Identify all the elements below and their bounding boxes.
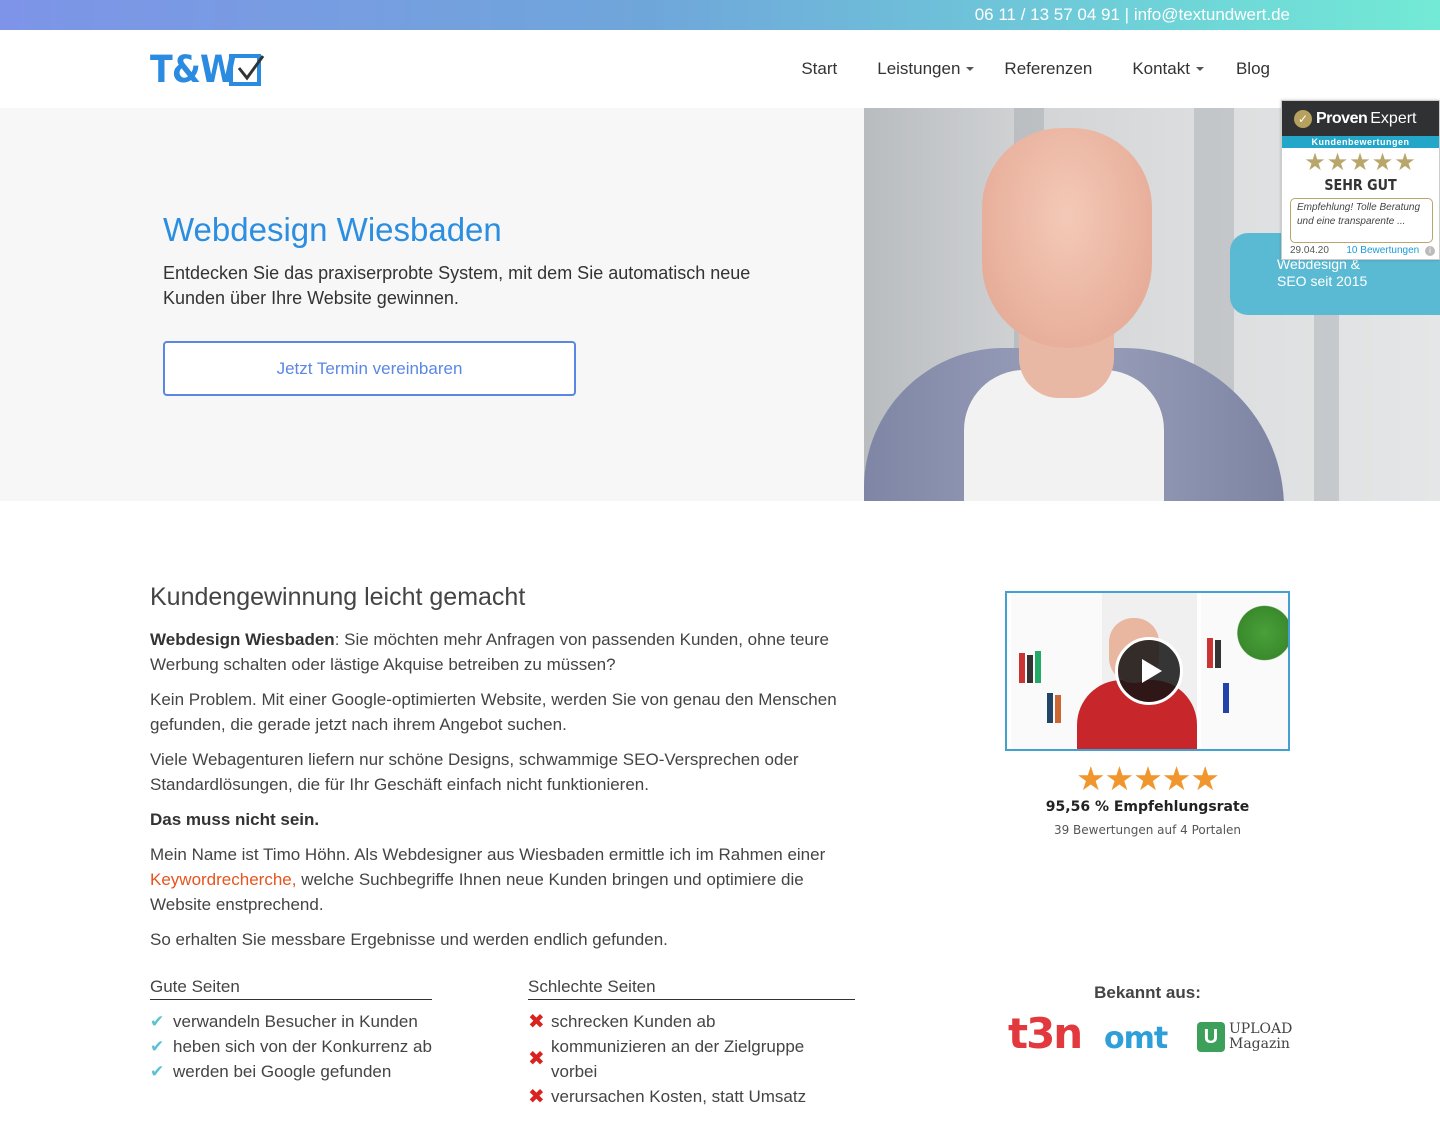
good-pages-heading: Gute Seiten: [150, 977, 432, 1000]
known-from-label: Bekannt aus:: [1094, 983, 1201, 1002]
pe-brand: Proven: [1316, 109, 1368, 127]
checkmark-badge-icon: ✓: [1294, 109, 1312, 128]
caret-down-icon: [1195, 67, 1204, 71]
main-navigation: Start Leistungen Referenzen Kontakt Blog: [801, 59, 1270, 79]
list-item: ✖ kommunizieren an der Zielgruppe vorbei: [528, 1034, 855, 1084]
list-item: ✔ verwandeln Besucher in Kunden: [150, 1009, 432, 1034]
nav-item-referenzen[interactable]: Referenzen: [1004, 59, 1092, 79]
bad-pages-heading: Schlechte Seiten: [528, 977, 855, 1000]
emphasis-text: Das muss nicht sein.: [150, 810, 320, 829]
list-item-text: verursachen Kosten, statt Umsatz: [551, 1087, 807, 1106]
emphasis-paragraph: Das muss nicht sein.: [150, 807, 850, 832]
nav-label: Referenzen: [1004, 59, 1093, 78]
recommendation-rate: 95,56 % Empfehlungsrate: [1045, 799, 1250, 815]
keyword-research-link[interactable]: Keywordrecherche,: [150, 870, 296, 889]
nav-label: Blog: [1235, 59, 1270, 78]
upload-magazin-logo: U UPLOAD Magazin: [1197, 1022, 1292, 1052]
cross-icon: ✖: [528, 1085, 545, 1108]
pe-bar: Kundenbewertungen: [1282, 136, 1439, 148]
pe-header: ✓ Proven Expert: [1282, 101, 1439, 136]
check-icon: ✔: [150, 1037, 165, 1056]
intro-video[interactable]: [1005, 591, 1290, 751]
paragraph: Kein Problem. Mit einer Google-optimiert…: [150, 690, 837, 734]
pe-rating-label: SEHR GUT: [1324, 176, 1397, 194]
list-item: ✔ heben sich von der Konkurrenz ab: [150, 1034, 432, 1059]
hero-subtitle: Entdecken Sie das praxiserprobte System,…: [163, 263, 751, 308]
hero-section: Webdesign Wiesbaden Entdecken Sie das pr…: [0, 108, 1440, 501]
review-count: 39 Bewertungen auf 4 Portalen: [1053, 823, 1242, 837]
play-button-icon[interactable]: [1115, 637, 1183, 705]
good-pages-list: Gute Seiten ✔ verwandeln Besucher in Kund…: [150, 977, 432, 1084]
pe-quote: Empfehlung! Tolle Beratung und eine tran…: [1290, 198, 1433, 243]
upload-logo-icon: U: [1197, 1022, 1225, 1052]
hero-title: Webdesign Wiesbaden: [163, 211, 502, 248]
nav-item-blog[interactable]: Blog: [1236, 59, 1270, 79]
appointment-button[interactable]: Jetzt Termin vereinbaren: [163, 341, 576, 396]
list-item-text: werden bei Google gefunden: [173, 1062, 392, 1081]
cross-icon: ✖: [528, 1010, 545, 1033]
list-item: ✖ verursachen Kosten, statt Umsatz: [528, 1084, 855, 1109]
navbar: T&W Start Leistungen Referenzen Kontakt …: [0, 30, 1440, 108]
bad-pages-list: Schlechte Seiten ✖ schrecken Kunden ab ✖ k…: [528, 977, 855, 1109]
t3n-logo: t3n: [1008, 1009, 1083, 1058]
paragraph: Viele Webagenturen liefern nur schöne De…: [150, 750, 799, 794]
pe-brand-light: Expert: [1370, 109, 1417, 127]
nav-item-leistungen[interactable]: Leistungen: [877, 59, 975, 79]
paragraph-text: Mein Name ist Timo Höhn. Als Webdesigner…: [150, 845, 826, 864]
nav-item-kontakt[interactable]: Kontakt: [1132, 59, 1204, 79]
check-icon: ✔: [150, 1062, 165, 1081]
upload-logo-line: UPLOAD: [1229, 1021, 1293, 1037]
pe-stars-icon: ★★★★★: [1304, 149, 1417, 176]
list-item-text: heben sich von der Konkurrenz ab: [173, 1037, 432, 1056]
intro-paragraph: Webdesign Wiesbaden: Sie möchten mehr An…: [150, 627, 850, 677]
logo[interactable]: T&W: [150, 48, 266, 91]
nav-label: Start: [801, 59, 838, 78]
list-item-text: verwandeln Besucher in Kunden: [173, 1012, 418, 1031]
omt-logo: omt: [1104, 1021, 1168, 1056]
pe-date: 29.04.20: [1290, 245, 1329, 256]
caret-down-icon: [966, 67, 975, 71]
check-icon: ✔: [150, 1012, 165, 1031]
rating-stars-icon: ★★★★★: [1076, 760, 1220, 797]
pe-review-count-link[interactable]: 10 Bewertungen: [1346, 245, 1419, 256]
nav-item-start[interactable]: Start: [801, 59, 837, 79]
checkbox-icon: [229, 54, 265, 86]
top-contact-bar: 06 11 / 13 57 04 91 | info@textundwert.d…: [0, 0, 1440, 30]
section-heading: Kundengewinnung leicht gemacht: [150, 583, 526, 611]
ribbon-line: SEO seit 2015: [1277, 273, 1368, 289]
paragraph: So erhalten Sie messbare Ergebnisse und …: [150, 930, 668, 949]
nav-label: Kontakt: [1132, 59, 1190, 78]
logo-text: T&W: [150, 48, 237, 91]
contact-info[interactable]: 06 11 / 13 57 04 91 | info@textundwert.d…: [975, 5, 1290, 25]
upload-logo-line: Magazin: [1229, 1036, 1290, 1052]
paragraph: Mein Name ist Timo Höhn. Als Webdesigner…: [150, 842, 850, 917]
list-item-text: kommunizieren an der Zielgruppe vorbei: [550, 1037, 805, 1081]
pe-footer: 29.04.20 10 Bewertungen i: [1282, 243, 1439, 256]
provenexpert-widget[interactable]: ✓ Proven Expert Kundenbewertungen ★★★★★ …: [1281, 100, 1440, 260]
nav-label: Leistungen: [877, 59, 961, 78]
list-item-text: schrecken Kunden ab: [551, 1012, 716, 1031]
list-item: ✔ werden bei Google gefunden: [150, 1059, 432, 1084]
intro-bold: Webdesign Wiesbaden: [150, 630, 335, 649]
cross-icon: ✖: [528, 1048, 545, 1070]
list-item: ✖ schrecken Kunden ab: [528, 1009, 855, 1034]
info-icon[interactable]: i: [1425, 246, 1435, 256]
